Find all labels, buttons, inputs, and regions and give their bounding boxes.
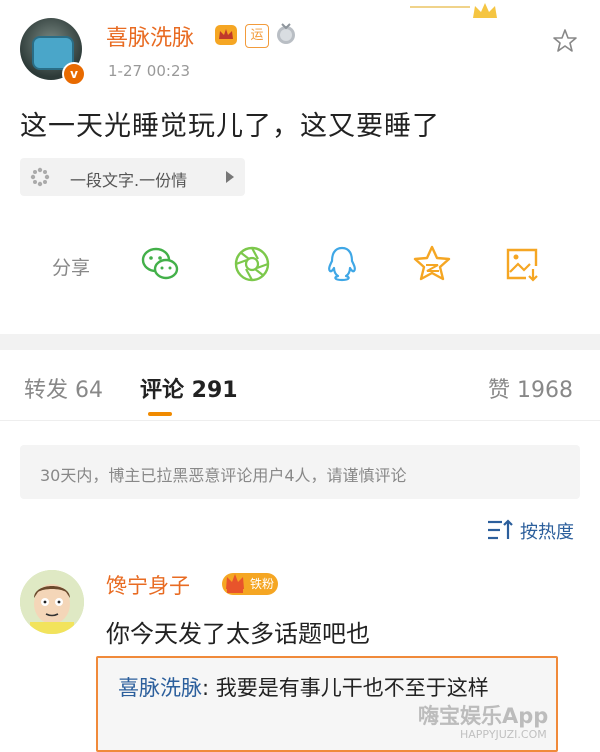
section-divider — [0, 334, 600, 350]
comment-text: 你今天发了太多话题吧也 — [106, 620, 370, 648]
watermark-sub: HAPPYJUZI.COM — [460, 728, 547, 741]
tab-active-indicator — [148, 412, 172, 416]
favorite-star-icon[interactable] — [552, 28, 578, 54]
reply-author-name[interactable]: 喜脉洗脉 — [118, 676, 202, 700]
qzone-icon[interactable] — [412, 244, 452, 284]
commenter-name[interactable]: 馋宁身子 — [106, 570, 190, 600]
tab-repost[interactable]: 转发 64 — [24, 372, 103, 404]
yun-badge[interactable]: 运 — [245, 24, 269, 48]
commenter-avatar[interactable] — [20, 570, 84, 634]
save-image-icon[interactable] — [502, 244, 542, 284]
sort-label: 按热度 — [520, 522, 574, 543]
music-chip[interactable]: 一段文字.一份情 — [20, 158, 245, 196]
post-timestamp: 1-27 00:23 — [108, 62, 191, 80]
tab-likes[interactable]: 赞 1968 — [488, 372, 573, 404]
medal-icon[interactable] — [274, 22, 298, 46]
watermark: 嗨宝娱乐App — [418, 704, 549, 728]
notice-text: 30天内，博主已拉黑恶意评论用户4人，请谨慎评论 — [40, 466, 407, 485]
moments-icon[interactable] — [232, 244, 272, 284]
share-label: 分享 — [52, 257, 91, 279]
post-content: 这一天光睡觉玩儿了，这又要睡了 — [20, 111, 440, 142]
reply-text: : 我要是有事儿干也不至于这样 — [202, 676, 489, 700]
sort-icon — [488, 519, 513, 540]
play-arrow-icon — [226, 171, 234, 183]
tab-separator — [0, 420, 600, 421]
music-disc-icon — [30, 167, 50, 187]
vip-crown-icon[interactable] — [214, 24, 238, 46]
wechat-icon[interactable] — [140, 244, 180, 284]
fan-badge-label: 铁粉 — [250, 577, 275, 591]
comment-notice: 30天内，博主已拉黑恶意评论用户4人，请谨慎评论 — [20, 445, 580, 499]
tab-comments[interactable]: 评论 291 — [140, 372, 238, 404]
verified-icon: v — [62, 62, 86, 86]
post-author-name[interactable]: 喜脉洗脉 — [106, 20, 194, 52]
header-decoration-line — [410, 6, 470, 8]
fan-crown-icon — [226, 574, 244, 593]
qq-icon[interactable] — [322, 244, 362, 284]
iron-fan-badge[interactable]: 铁粉 — [222, 573, 278, 595]
crown-decoration-icon — [473, 3, 497, 18]
music-chip-label: 一段文字.一份情 — [70, 171, 188, 190]
